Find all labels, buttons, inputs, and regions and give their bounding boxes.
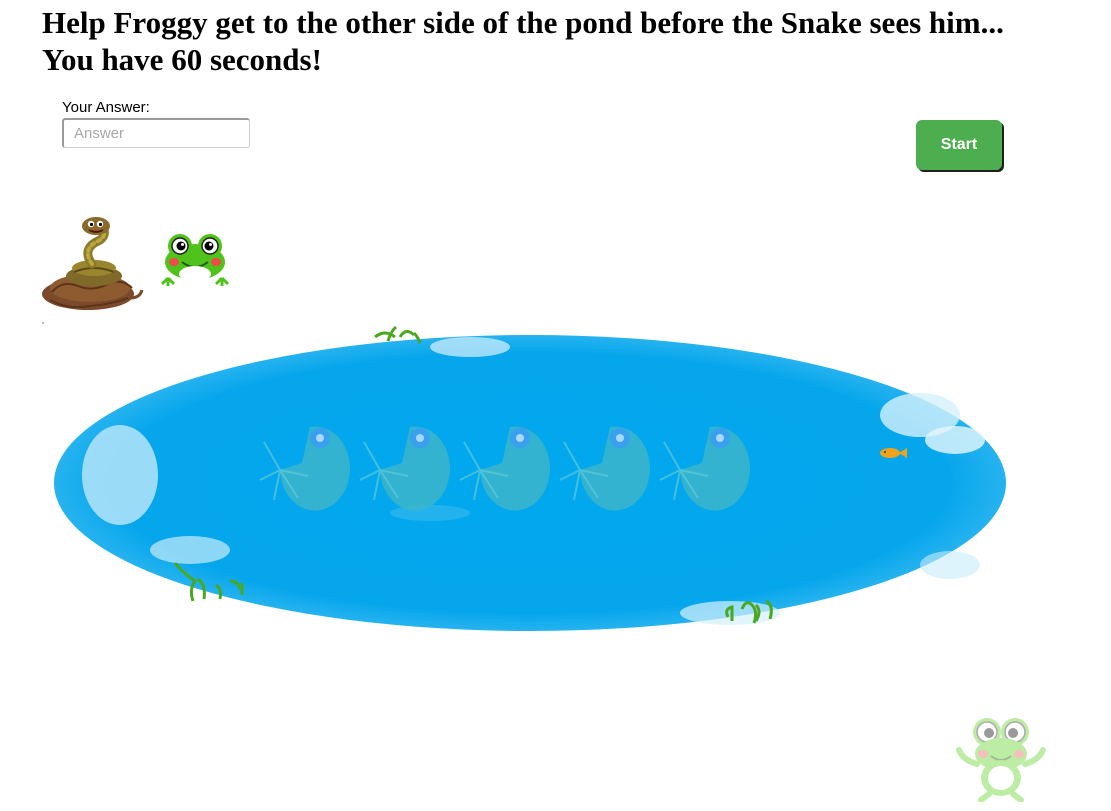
snake-icon	[42, 217, 144, 310]
instructions-line-1: Help Froggy get to the other side of the…	[42, 5, 1004, 40]
answer-input[interactable]	[62, 118, 250, 148]
stray-dot	[42, 322, 44, 324]
instructions-line-2: You have 60 seconds!	[42, 42, 322, 77]
start-button[interactable]: Start	[916, 120, 1002, 170]
answer-label: Your Answer:	[62, 99, 150, 116]
frog-icon	[160, 234, 230, 286]
instructions-title: Help Froggy get to the other side of the…	[42, 4, 1092, 78]
goal-frog-icon	[956, 718, 1046, 802]
pond-icon	[54, 325, 1006, 631]
